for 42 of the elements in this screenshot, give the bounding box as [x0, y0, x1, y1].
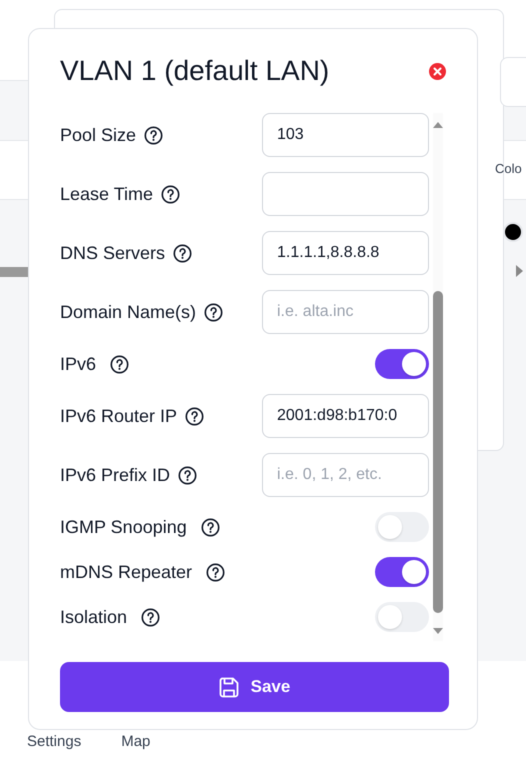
field-label: mDNS Repeater — [60, 562, 192, 582]
save-icon — [218, 676, 239, 698]
field-label: DNS Servers — [60, 242, 166, 264]
help-icon[interactable] — [144, 126, 164, 144]
help-icon[interactable] — [161, 184, 180, 204]
help-icon[interactable] — [173, 244, 192, 262]
field-label: Lease Time — [60, 184, 154, 204]
field-label: IPv6 Prefix ID — [60, 464, 170, 486]
scroll-up-icon[interactable] — [433, 121, 443, 128]
scrollbar[interactable] — [433, 113, 443, 641]
toggle-switch[interactable] — [375, 602, 429, 632]
input-field[interactable]: 2001:d98:b170:0 — [262, 394, 429, 438]
scroll-down-icon[interactable] — [433, 628, 443, 635]
save-button[interactable]: Save — [60, 662, 449, 712]
input-field[interactable] — [262, 172, 429, 216]
scroll-right-icon[interactable] — [515, 264, 524, 278]
toggle-switch[interactable] — [375, 512, 429, 542]
nav-tab[interactable]: Map — [121, 733, 150, 750]
help-icon[interactable] — [185, 406, 204, 426]
field-label: Pool Size — [60, 124, 136, 146]
field-label: Isolation — [60, 606, 128, 628]
field-label: IGMP Snooping — [60, 516, 187, 538]
input-field[interactable]: 1.1.1.1,8.8.8.8 — [262, 231, 429, 275]
help-icon[interactable] — [141, 608, 160, 626]
toggle-switch[interactable] — [375, 557, 429, 587]
input-field[interactable]: i.e. alta.inc — [262, 290, 429, 334]
help-icon[interactable] — [200, 518, 220, 536]
scrollbar-thumb[interactable] — [0, 267, 28, 277]
field-label: IPv6 — [60, 354, 96, 374]
help-icon[interactable] — [110, 354, 130, 374]
help-icon[interactable] — [204, 302, 224, 322]
dialog-title: VLAN 1 (default LAN) — [60, 55, 330, 87]
nav-tab[interactable]: Settings — [27, 733, 82, 750]
input-field[interactable]: 103 — [262, 113, 429, 157]
help-icon[interactable] — [206, 562, 226, 582]
help-icon[interactable] — [178, 466, 198, 484]
input-field[interactable]: i.e. 0, 1, 2, etc. — [262, 453, 429, 497]
toggle-switch[interactable] — [375, 349, 429, 379]
field-label: IPv6 Router IP — [60, 406, 178, 426]
column-header: Colo — [495, 161, 522, 176]
close-icon[interactable] — [429, 62, 446, 80]
field-label: Domain Name(s) — [60, 302, 196, 322]
